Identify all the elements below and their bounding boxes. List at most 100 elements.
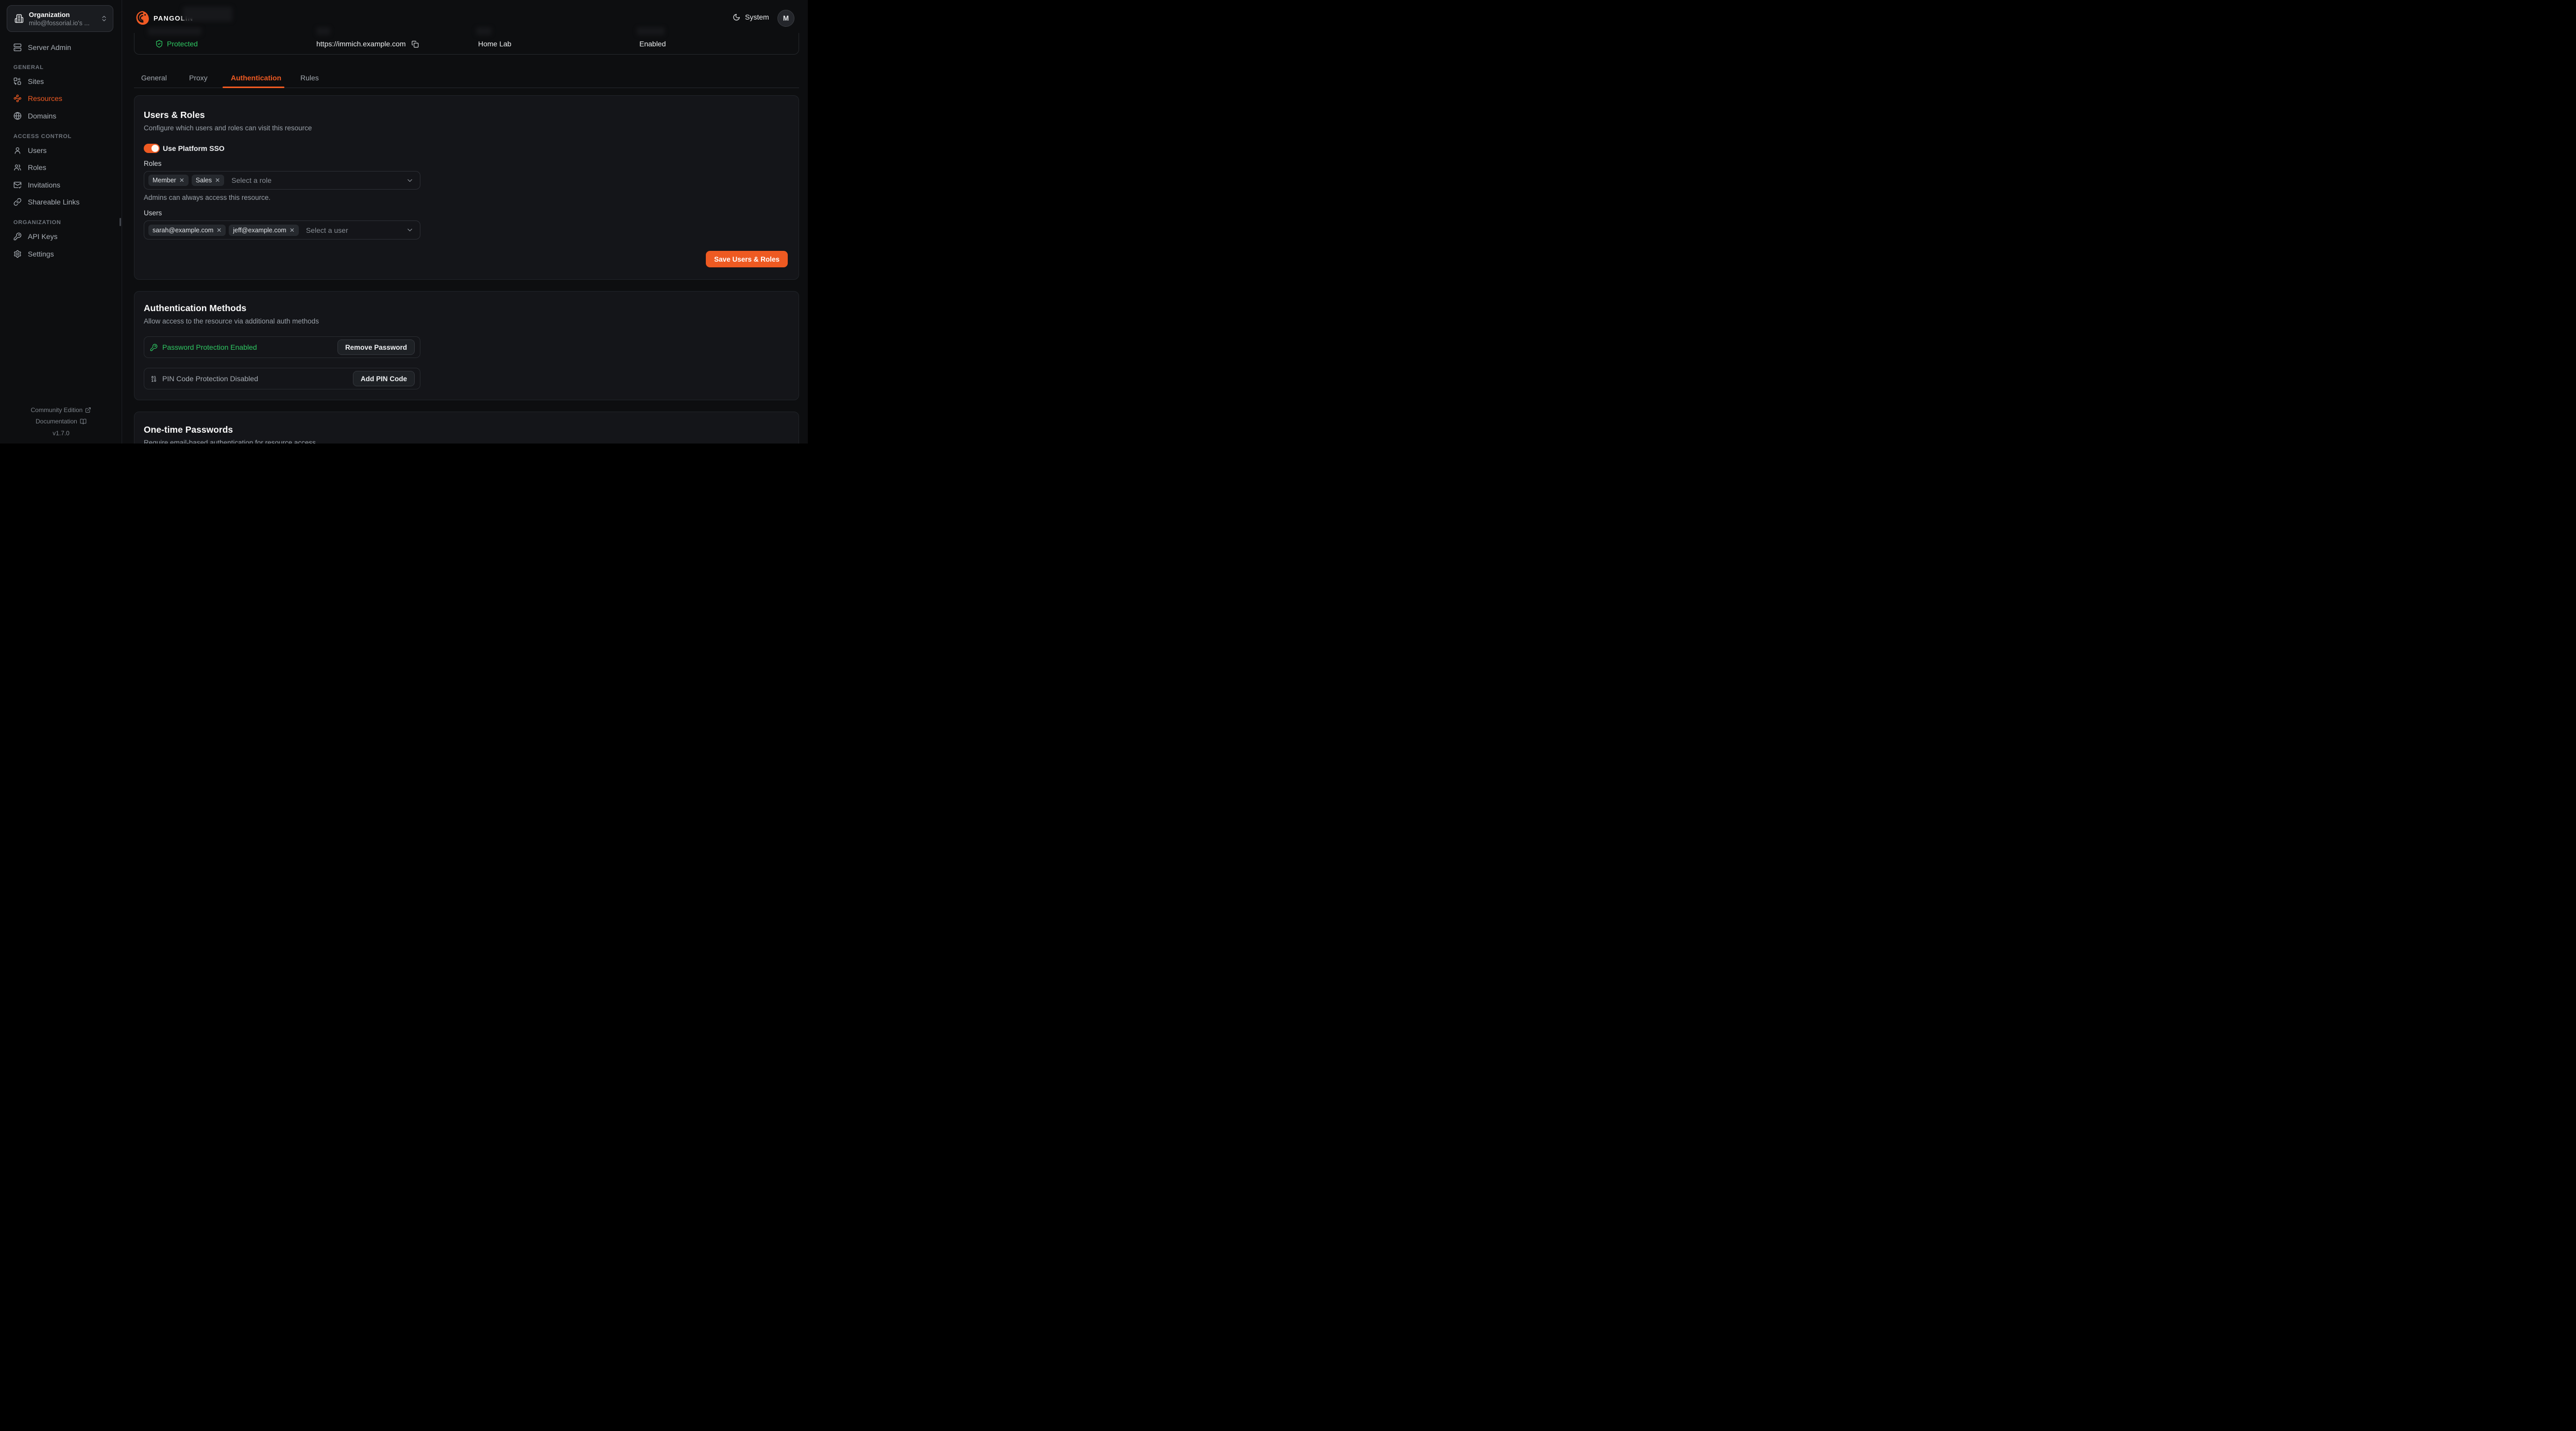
book-open-icon bbox=[80, 418, 87, 425]
key-round-icon bbox=[150, 344, 158, 351]
card-title: Users & Roles bbox=[144, 110, 205, 121]
sidebar-section-access-control: ACCESS CONTROL bbox=[13, 133, 72, 140]
password-protection-row: Password Protection Enabled Remove Passw… bbox=[144, 336, 420, 358]
mail-check-icon bbox=[13, 181, 22, 189]
org-subtitle: milo@fossorial.io's ... bbox=[29, 19, 100, 27]
sidebar-item-label: Sites bbox=[28, 77, 44, 86]
sidebar-item-label: Shareable Links bbox=[28, 198, 79, 206]
sidebar-item-sites[interactable]: Sites bbox=[7, 75, 115, 88]
remove-tag-icon[interactable]: ✕ bbox=[179, 177, 184, 183]
sidebar-scrollbar[interactable] bbox=[120, 218, 121, 226]
theme-toggle[interactable]: System bbox=[733, 13, 769, 21]
sidebar-section-general: GENERAL bbox=[13, 64, 44, 71]
community-edition-link[interactable]: Community Edition bbox=[0, 406, 122, 414]
status-badge: Protected bbox=[167, 40, 198, 48]
pin-status-text: PIN Code Protection Disabled bbox=[162, 374, 353, 383]
sidebar-item-shareable-links[interactable]: Shareable Links bbox=[7, 195, 115, 209]
resource-info-bar: Protected https://immich.example.com Hom… bbox=[134, 33, 799, 55]
save-users-roles-button[interactable]: Save Users & Roles bbox=[706, 251, 788, 267]
sidebar-item-label: Resources bbox=[28, 94, 62, 103]
sidebar-item-server-admin[interactable]: Server Admin bbox=[7, 41, 115, 54]
user-tag: sarah@example.com ✕ bbox=[148, 225, 226, 236]
resource-enabled: Enabled bbox=[639, 33, 666, 55]
waypoints-icon bbox=[13, 94, 22, 103]
card-description: Require email-based authentication for r… bbox=[144, 439, 316, 444]
binary-icon bbox=[150, 375, 158, 383]
resource-site: Home Lab bbox=[478, 33, 512, 55]
sidebar-section-organization: ORGANIZATION bbox=[13, 219, 61, 226]
remove-tag-icon[interactable]: ✕ bbox=[290, 227, 295, 233]
link-icon bbox=[13, 198, 22, 206]
sidebar-item-api-keys[interactable]: API Keys bbox=[7, 230, 115, 243]
globe-icon bbox=[13, 112, 22, 120]
resource-status: Protected bbox=[155, 33, 198, 55]
sidebar-item-label: Roles bbox=[28, 163, 46, 172]
tab-proxy[interactable]: Proxy bbox=[189, 74, 208, 82]
users-icon bbox=[13, 163, 22, 172]
external-link-icon bbox=[85, 407, 91, 413]
pangolin-app: Organization milo@fossorial.io's ... Ser… bbox=[0, 0, 808, 444]
roles-label: Roles bbox=[144, 160, 162, 167]
remove-password-button[interactable]: Remove Password bbox=[337, 339, 415, 355]
add-pin-code-button[interactable]: Add PIN Code bbox=[353, 371, 415, 386]
roles-placeholder: Select a role bbox=[231, 176, 406, 184]
documentation-link[interactable]: Documentation bbox=[0, 418, 122, 425]
toggle-knob bbox=[151, 145, 159, 152]
roles-select[interactable]: Member ✕ Sales ✕ Select a role bbox=[144, 171, 420, 190]
auth-methods-card: Authentication Methods Allow access to t… bbox=[134, 291, 799, 400]
sidebar-item-invitations[interactable]: Invitations bbox=[7, 178, 115, 192]
platform-sso-label: Use Platform SSO bbox=[163, 144, 225, 152]
admins-note: Admins can always access this resource. bbox=[144, 194, 270, 201]
sidebar-item-resources[interactable]: Resources bbox=[7, 92, 115, 105]
pin-code-row: PIN Code Protection Disabled Add PIN Cod… bbox=[144, 368, 420, 389]
remove-tag-icon[interactable]: ✕ bbox=[216, 227, 222, 233]
resource-url: https://immich.example.com bbox=[316, 33, 419, 55]
shield-check-icon bbox=[155, 40, 163, 48]
card-title: Authentication Methods bbox=[144, 303, 246, 314]
building-icon bbox=[14, 14, 24, 23]
copy-icon[interactable] bbox=[411, 40, 419, 48]
remove-tag-icon[interactable]: ✕ bbox=[215, 177, 220, 183]
password-status-text: Password Protection Enabled bbox=[162, 343, 337, 351]
role-tag: Member ✕ bbox=[148, 175, 189, 186]
sidebar-item-settings[interactable]: Settings bbox=[7, 247, 115, 261]
combine-icon bbox=[13, 77, 22, 86]
platform-sso-toggle[interactable] bbox=[144, 144, 160, 153]
chevrons-up-down-icon bbox=[100, 15, 108, 22]
otp-card: One-time Passwords Require email-based a… bbox=[134, 412, 799, 444]
sidebar-item-users[interactable]: Users bbox=[7, 144, 115, 157]
version-label: v1.7.0 bbox=[0, 430, 122, 437]
sidebar-item-label: Invitations bbox=[28, 181, 60, 189]
role-tag: Sales ✕ bbox=[192, 175, 224, 186]
chevron-down-icon bbox=[406, 226, 414, 234]
sidebar-item-roles[interactable]: Roles bbox=[7, 161, 115, 174]
users-select[interactable]: sarah@example.com ✕ jeff@example.com ✕ S… bbox=[144, 220, 420, 240]
user-tag: jeff@example.com ✕ bbox=[229, 225, 299, 236]
theme-label: System bbox=[745, 13, 769, 21]
chevron-down-icon bbox=[406, 177, 414, 184]
sidebar-item-domains[interactable]: Domains bbox=[7, 109, 115, 123]
sidebar-item-label: Users bbox=[28, 146, 47, 155]
sidebar: Organization milo@fossorial.io's ... Ser… bbox=[0, 0, 122, 444]
sidebar-item-label: Server Admin bbox=[28, 43, 71, 52]
active-tab-indicator bbox=[223, 87, 284, 88]
users-label: Users bbox=[144, 209, 162, 217]
pangolin-logo-icon bbox=[135, 10, 149, 26]
server-icon bbox=[13, 43, 22, 52]
card-title: One-time Passwords bbox=[144, 424, 233, 435]
key-round-icon bbox=[13, 232, 22, 241]
user-icon bbox=[13, 146, 22, 155]
users-placeholder: Select a user bbox=[306, 226, 406, 234]
sidebar-item-label: API Keys bbox=[28, 232, 58, 241]
avatar[interactable]: M bbox=[777, 10, 794, 27]
tab-general[interactable]: General bbox=[141, 74, 167, 82]
card-description: Allow access to the resource via additio… bbox=[144, 317, 319, 325]
tab-authentication[interactable]: Authentication bbox=[231, 74, 281, 82]
redacted-resource-title bbox=[183, 7, 232, 22]
org-switcher[interactable]: Organization milo@fossorial.io's ... bbox=[7, 5, 113, 32]
tab-rules[interactable]: Rules bbox=[300, 74, 319, 82]
card-description: Configure which users and roles can visi… bbox=[144, 124, 312, 132]
org-title: Organization bbox=[29, 10, 100, 19]
sidebar-item-label: Settings bbox=[28, 250, 54, 258]
users-roles-card: Users & Roles Configure which users and … bbox=[134, 95, 799, 280]
